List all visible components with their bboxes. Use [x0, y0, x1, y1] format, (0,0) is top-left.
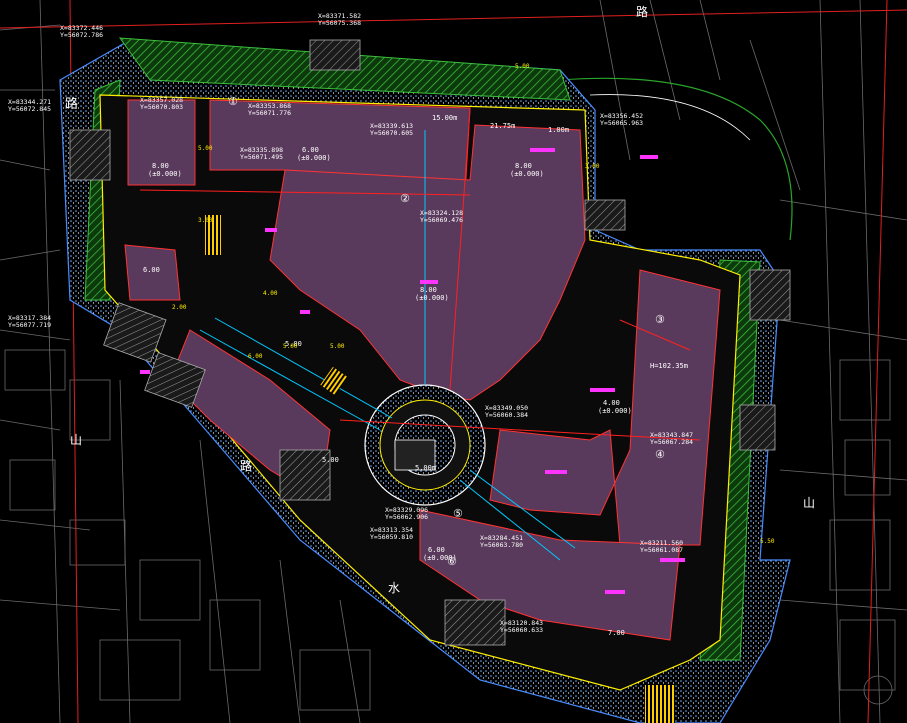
axis-marker-2: ② — [400, 192, 410, 205]
dim-elev-c-sub: (±0.000) — [510, 170, 544, 178]
stair-south — [645, 685, 675, 723]
dim-right-block: H=102.35m — [650, 362, 688, 370]
coord-right-low-y: Y=56061.087 — [640, 546, 683, 554]
dim-elev-b: 6.00 — [302, 146, 319, 154]
small-label-2: 5.00 — [198, 145, 213, 152]
coord-circle-y: Y=56060.384 — [485, 411, 528, 419]
coord-center-y: Y=56069.476 — [420, 216, 463, 224]
small-label-1: 5.00 — [515, 63, 530, 70]
road-label-water: 水 — [388, 581, 400, 595]
small-label-6: 2.00 — [172, 304, 187, 311]
coord-bottom-right-y: Y=56063.780 — [480, 541, 523, 549]
road-label-top-right: 路 — [636, 4, 648, 19]
coord-top-center-y: Y=56075.368 — [318, 19, 361, 27]
axis-marker-3: ③ — [655, 313, 665, 326]
dim-top-mid: 21.75m — [490, 122, 515, 130]
dim-elev-j: 6.00 — [143, 266, 160, 274]
site-plan-canvas: 路 路 山 山 路 水 X=83371.582 Y=56075.368 X=8337… — [0, 0, 907, 723]
coord-bottom-left-y: Y=56062.906 — [385, 513, 428, 521]
coord-building-c-y: Y=56071.495 — [240, 153, 283, 161]
coord-right-mid-y: Y=56067.284 — [650, 438, 693, 446]
dim-elev-d: 4.00 — [603, 399, 620, 407]
axis-marker-1: ① — [228, 95, 238, 108]
coord-building-a-y: Y=56070.803 — [140, 103, 183, 111]
small-label-10: 3.00 — [585, 163, 600, 170]
dim-elev-i: 7.00 — [608, 629, 625, 637]
dim-top-right: 1.00m — [548, 126, 569, 134]
dim-elev-d-sub: (±0.000) — [598, 407, 632, 415]
small-label-7: 4.00 — [263, 290, 278, 297]
small-label-5: 6.00 — [248, 353, 263, 360]
dim-elev-e-sub: (±0.000) — [415, 294, 449, 302]
coord-left-edge-y: Y=56072.845 — [8, 105, 51, 113]
dim-top-strip: 15.00m — [432, 114, 457, 122]
dim-elev-c: 8.00 — [515, 162, 532, 170]
coord-building-b-y: Y=56071.776 — [248, 109, 291, 117]
road-label-street: 路 — [240, 458, 252, 473]
site-plan-drawing: 路 路 山 山 路 水 X=83371.582Y=56075.368X=8337… — [0, 0, 907, 723]
road-label-right-mountain: 山 — [803, 496, 815, 510]
dim-elev-h: 5.00 — [322, 456, 339, 464]
road-label-top-left: 路 — [65, 96, 78, 112]
coord-bottom-far-y: Y=56060.633 — [500, 626, 543, 634]
dim-bottom-circle: 5.00m — [415, 464, 436, 472]
dim-elev-a-sub: (±0.000) — [148, 170, 182, 178]
small-label-9: 5.50 — [760, 538, 775, 545]
road-label-left-mountain: 山 — [70, 433, 82, 447]
coord-west-y: Y=56077.719 — [8, 321, 51, 329]
axis-marker-4: ④ — [655, 448, 665, 461]
axis-marker-6: ⑥ — [447, 555, 457, 568]
axis-marker-5: ⑤ — [453, 507, 463, 520]
coord-bottom-mid-y: Y=56059.810 — [370, 533, 413, 541]
dim-elev-b-sub: (±0.000) — [297, 154, 331, 162]
coord-building-d-y: Y=56070.605 — [370, 129, 413, 137]
dim-elev-e: 8.00 — [420, 286, 437, 294]
small-label-3: 3.00 — [198, 217, 213, 224]
dim-elev-f: 6.00 — [428, 546, 445, 554]
coord-top-left-y: Y=56072.786 — [60, 31, 103, 39]
central-plaza — [364, 384, 486, 506]
small-label-8: 5.00 — [330, 343, 345, 350]
small-label-4: 5.00 — [283, 343, 298, 350]
coord-right-top-y: Y=56065.963 — [600, 119, 643, 127]
dim-elev-a: 8.00 — [152, 162, 169, 170]
